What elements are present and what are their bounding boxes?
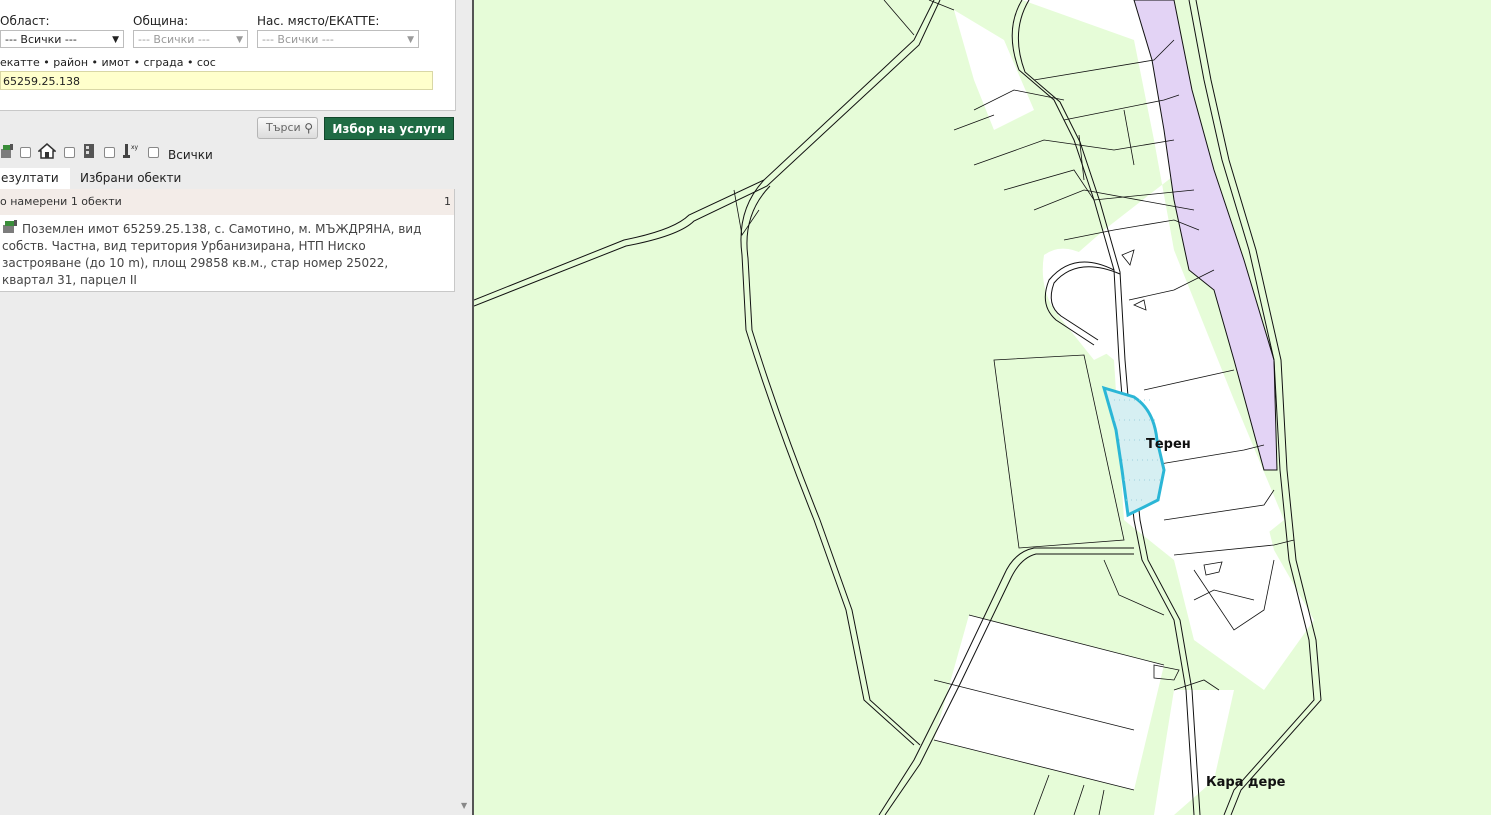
vertical-scrollbar[interactable] <box>458 0 472 815</box>
results-header: о намерени 1 обекти 1 <box>0 189 454 215</box>
results-count: 1 <box>444 195 451 208</box>
result-item-text: Поземлен имот 65259.25.138, с. Самотино,… <box>2 222 422 287</box>
region-select-value: --- Всички --- <box>5 33 77 46</box>
dropdown-arrow-icon: ▼ <box>236 35 243 45</box>
map-canvas[interactable] <box>474 0 1491 815</box>
settlement-select-value: --- Всички --- <box>262 33 334 46</box>
left-panel: Област: --- Всички --- ▼ Община: --- Вси… <box>0 0 472 815</box>
results-panel: о намерени 1 обекти 1 Поземлен имот 6525… <box>0 189 455 292</box>
region-label: Област: <box>0 14 50 28</box>
search-input[interactable]: 65259.25.138 <box>0 71 433 90</box>
parcel-icon <box>1 144 13 158</box>
magnifier-icon: ⚲ <box>304 121 313 135</box>
search-form: Област: --- Всички --- ▼ Община: --- Вси… <box>0 0 456 111</box>
results-summary: о намерени 1 обекти <box>0 195 122 208</box>
search-hint: екатте • район • имот • сграда • сос <box>0 56 216 69</box>
tab-results[interactable]: езултати <box>0 168 70 189</box>
apartment-filter-checkbox[interactable] <box>104 147 115 158</box>
result-item[interactable]: Поземлен имот 65259.25.138, с. Самотино,… <box>0 215 454 289</box>
municipality-label: Община: <box>133 14 189 28</box>
apartment-icon <box>84 144 94 158</box>
scroll-down-arrow-icon[interactable]: ▼ <box>461 801 467 810</box>
parcel-icon <box>3 220 17 233</box>
region-select[interactable]: --- Всички --- ▼ <box>0 30 124 48</box>
parcel-filter-checkbox[interactable] <box>20 147 31 158</box>
municipality-select[interactable]: --- Всички --- ▼ <box>133 30 248 48</box>
coordinate-filter-checkbox[interactable] <box>148 147 159 158</box>
settlement-select[interactable]: --- Всички --- ▼ <box>257 30 419 48</box>
select-services-button[interactable]: Избор на услуги <box>324 117 454 140</box>
search-button[interactable]: Търси ⚲ <box>257 117 318 139</box>
search-button-label: Търси <box>266 121 301 134</box>
tab-selected-objects[interactable]: Избрани обекти <box>80 168 181 189</box>
map-label-teren: Терен <box>1146 437 1191 452</box>
dropdown-arrow-icon: ▼ <box>112 35 119 45</box>
cadastral-map[interactable]: Терен Кара дере <box>472 0 1491 815</box>
dropdown-arrow-icon: ▼ <box>407 35 414 45</box>
filter-all-label: Всички <box>168 148 213 162</box>
coordinate-point-icon: xy <box>123 144 139 158</box>
building-filter-checkbox[interactable] <box>64 147 75 158</box>
map-label-kara-dere: Кара дере <box>1206 775 1286 790</box>
municipality-select-value: --- Всички --- <box>138 33 210 46</box>
building-icon <box>38 143 56 159</box>
svg-text:xy: xy <box>131 144 139 151</box>
settlement-label: Нас. място/ЕКАТТЕ: <box>257 14 380 28</box>
